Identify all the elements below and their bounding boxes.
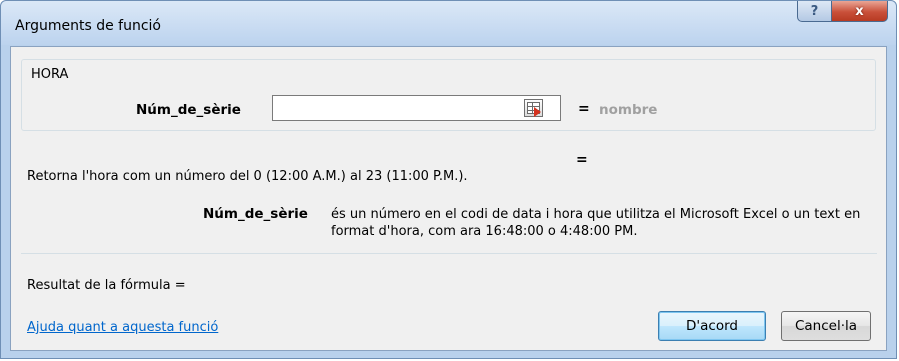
function-name: HORA	[29, 67, 71, 82]
title-bar[interactable]: Arguments de funció ? x	[1, 1, 896, 45]
arrow-icon	[534, 107, 541, 117]
close-button[interactable]: x	[832, 1, 888, 22]
ok-button[interactable]: D'acord	[658, 311, 766, 341]
dialog-title: Arguments de funció	[15, 18, 161, 34]
argument-result: nombre	[599, 102, 658, 118]
function-result-equals: =	[576, 152, 588, 168]
close-icon: x	[855, 3, 864, 19]
dialog-content: HORA Núm_de_sèrie = nombre = Retorna l'h…	[10, 46, 887, 351]
function-description: Retorna l'hora com un número del 0 (12:0…	[27, 169, 468, 184]
divider	[21, 253, 877, 254]
serial-number-input[interactable]	[272, 95, 561, 121]
collapse-dialog-button[interactable]	[524, 99, 543, 117]
title-bar-buttons: ? x	[797, 1, 888, 22]
help-button[interactable]: ?	[797, 1, 832, 22]
help-link[interactable]: Ajuda quant a aquesta funció	[27, 320, 218, 335]
argument-description-name: Núm_de_sèrie	[203, 206, 308, 222]
question-icon: ?	[810, 3, 819, 19]
cancel-button[interactable]: Cancel·la	[781, 311, 871, 341]
argument-description-text: és un número en el codi de data i hora q…	[331, 207, 861, 239]
function-arguments-dialog: Arguments de funció ? x HORA Núm_de_sèri…	[0, 0, 897, 359]
formula-result-label: Resultat de la fórmula =	[27, 278, 186, 293]
argument-label: Núm_de_sèrie	[136, 102, 241, 118]
argument-equals: =	[578, 101, 590, 117]
